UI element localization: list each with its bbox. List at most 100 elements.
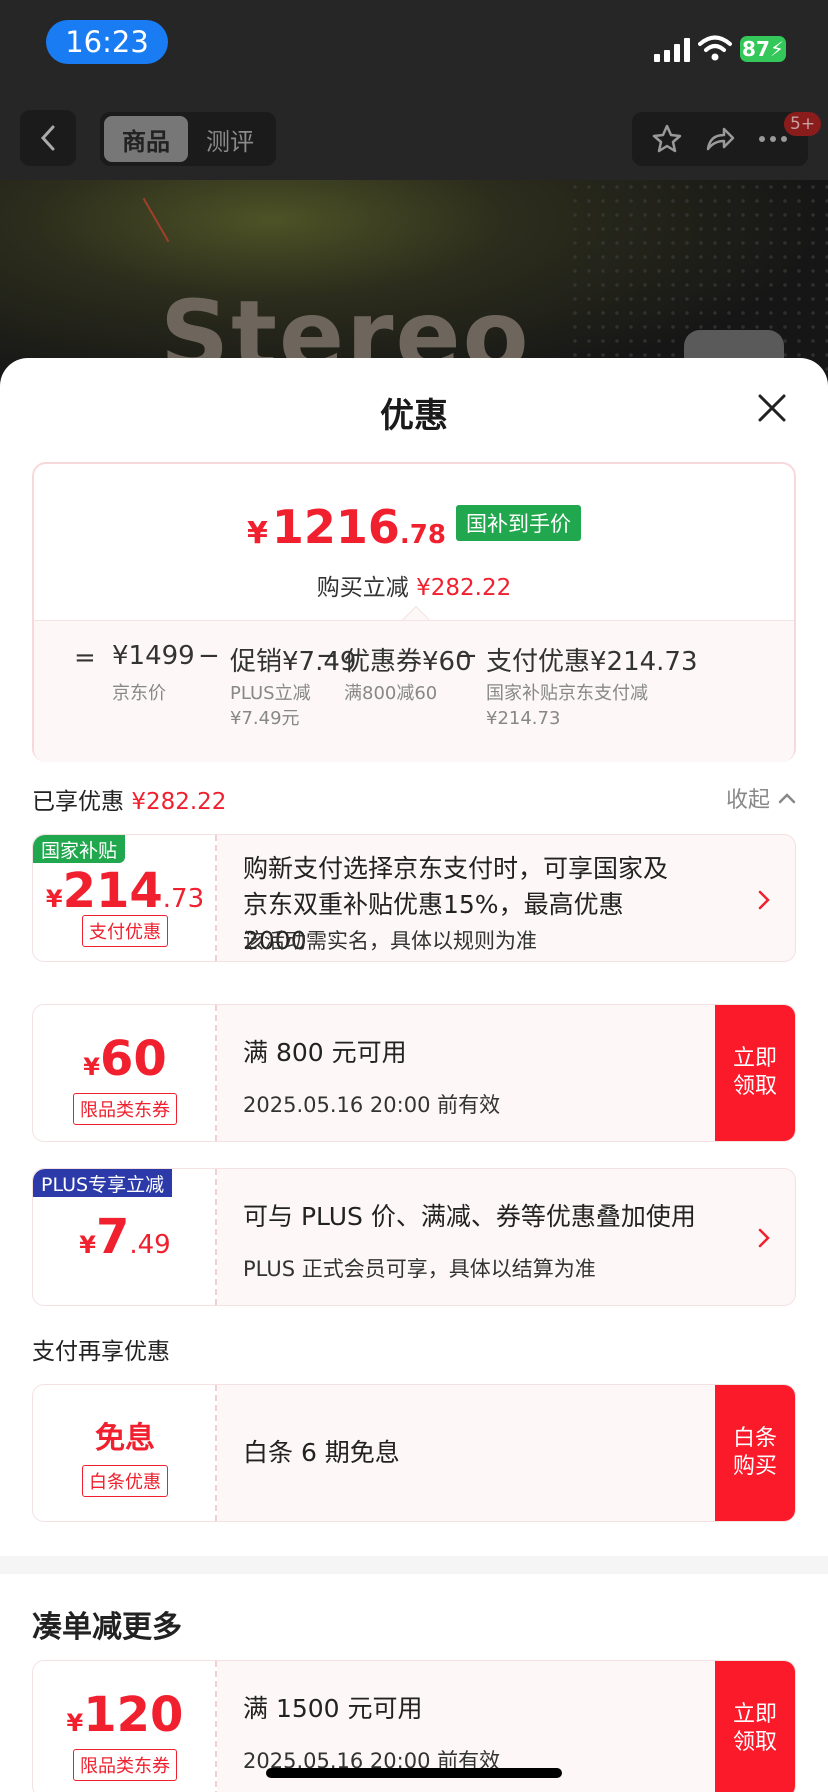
more-icon: [759, 136, 788, 142]
wifi-icon: [698, 35, 732, 61]
op-equals: =: [74, 643, 96, 673]
chevron-left-icon: [40, 125, 55, 151]
coupon-expiry: 2025.05.16 20:00 前有效: [243, 1093, 501, 1117]
price-breakdown: = ¥1499 京东价 − 促销¥7.49 PLUS立减 ¥7.49元 − 优惠…: [34, 620, 794, 762]
status-bar: 16:23 87 ⚡: [0, 0, 828, 90]
collapse-button[interactable]: 收起: [726, 782, 796, 814]
close-icon[interactable]: [756, 392, 788, 424]
coupon-amount-area: ¥60 限品类东券: [33, 1005, 217, 1141]
favorite-button[interactable]: [645, 117, 689, 161]
coupon-note: 该活动需实名，具体以规则为准: [243, 929, 537, 953]
coupon-card-60: ¥60 限品类东券 满 800 元可用 2025.05.16 20:00 前有效…: [32, 1004, 796, 1142]
amount-integer: 120: [83, 1687, 184, 1743]
coupon-corner-tag: 国家补贴: [33, 835, 126, 863]
top-nav: 商品 测评: [0, 110, 828, 170]
coupon-amount-area: ¥120 限品类东券: [33, 1661, 217, 1792]
amount-decimal: .49: [129, 1230, 171, 1260]
tab-product[interactable]: 商品: [104, 116, 188, 162]
sheet-title: 优惠: [380, 396, 448, 436]
op-minus-1: −: [198, 641, 220, 671]
breakdown-pay-sub: 国家补贴京东支付减 ¥214.73: [486, 683, 648, 729]
chevron-up-icon: [778, 793, 796, 804]
coupon-type-label: 限品类东券: [33, 1093, 217, 1125]
nav-actions: [632, 112, 808, 166]
reduce-value: ¥282.22: [416, 575, 512, 601]
amount-currency: ¥: [83, 1053, 100, 1081]
tab-review[interactable]: 测评: [188, 116, 272, 162]
op-minus-3: −: [456, 641, 478, 671]
coupon-amount-area: PLUS专享立减 ¥7.49: [33, 1169, 217, 1305]
pay-section-label: 支付再享优惠: [32, 1339, 170, 1365]
coupon-type-label: 限品类东券: [33, 1749, 217, 1781]
installment-description: 白条 6 期免息: [243, 1438, 400, 1467]
discount-sheet: 优惠 ¥ 1216 .78 国补到手价 购买立减 ¥282.22 = ¥1499…: [0, 358, 828, 1792]
enjoyed-label: 已享优惠: [32, 789, 124, 815]
amount-integer: 7: [95, 1209, 130, 1265]
claim-coupon-button[interactable]: 立即领取: [715, 1661, 795, 1792]
star-icon: [652, 124, 681, 153]
coupon-type-text: 限品类东券: [73, 1749, 177, 1781]
price-decimal: .78: [399, 520, 446, 550]
amount-currency: ¥: [79, 1231, 96, 1259]
reduce-line: 购买立减 ¥282.22: [34, 568, 794, 602]
nav-tabs: 商品 测评: [100, 112, 276, 166]
op-minus-2: −: [316, 641, 338, 671]
baitiao-buy-button[interactable]: 白条购买: [715, 1385, 795, 1521]
coupon-description: 可与 PLUS 价、满减、券等优惠叠加使用: [243, 1202, 696, 1231]
coupon-amount: ¥60: [33, 1031, 217, 1087]
status-time: 16:23: [46, 20, 168, 64]
coupon-corner-tag: PLUS专享立减: [33, 1169, 173, 1197]
section-divider: [0, 1556, 828, 1574]
coupon-amount: ¥7.49: [33, 1209, 217, 1265]
coupon-note: PLUS 正式会员可享，具体以结算为准: [243, 1257, 596, 1281]
amount-integer: 60: [99, 1031, 167, 1087]
cellular-signal-icon: [654, 38, 690, 62]
chevron-right-icon: [758, 1228, 770, 1248]
coupon-card-baitiao: 免息 白条优惠 白条 6 期免息 白条购买: [32, 1384, 796, 1522]
coupon-amount-area: 免息 白条优惠: [33, 1385, 217, 1521]
breakdown-jd-price-sub: 京东价: [112, 683, 166, 704]
coupon-type-label: 白条优惠: [33, 1465, 217, 1497]
price-integer: 1216: [271, 500, 400, 554]
coupon-type-text: 白条优惠: [82, 1465, 168, 1497]
notification-badge: 5+: [784, 112, 822, 136]
coupon-amount-area: 国家补贴 ¥214.73 支付优惠: [33, 835, 217, 961]
coupon-type-text: 限品类东券: [73, 1093, 177, 1125]
coupon-type-text: 支付优惠: [82, 915, 168, 947]
enjoyed-row: 已享优惠 ¥282.22 收起: [32, 782, 796, 822]
price-tag: 国补到手价: [455, 505, 581, 541]
coupon-info: 购新支付选择京东支付时，可享国家及京东双重补贴优惠15%，最高优惠 2000 该…: [219, 835, 795, 961]
coupon-card-plus[interactable]: PLUS专享立减 ¥7.49 可与 PLUS 价、满减、券等优惠叠加使用 PLU…: [32, 1168, 796, 1306]
claim-coupon-button[interactable]: 立即领取: [715, 1005, 795, 1141]
enjoyed-value: ¥282.22: [131, 789, 227, 815]
coupon-info: 白条 6 期免息 白条购买: [219, 1385, 795, 1521]
coupon-amount: ¥120: [33, 1687, 217, 1743]
final-price: ¥ 1216 .78 国补到手价: [34, 500, 794, 554]
reduce-label: 购买立减: [316, 575, 409, 601]
battery-icon: 87 ⚡: [740, 36, 786, 62]
back-button[interactable]: [20, 110, 76, 166]
breakdown-coupon: 优惠券¥60: [344, 647, 472, 677]
collapse-label: 收起: [725, 788, 770, 813]
breakdown-jd-price: ¥1499: [112, 641, 195, 671]
price-summary: ¥ 1216 .78 国补到手价 购买立减 ¥282.22 = ¥1499 京东…: [32, 462, 796, 762]
share-button[interactable]: [698, 117, 742, 161]
amount-currency: ¥: [66, 1709, 84, 1737]
coupon-card-subsidy[interactable]: 国家补贴 ¥214.73 支付优惠 购新支付选择京东支付时，可享国家及京东双重补…: [32, 834, 796, 962]
chevron-right-icon: [758, 890, 770, 910]
battery-level: 87: [742, 37, 770, 61]
breakdown-promo-sub: PLUS立减 ¥7.49元: [230, 683, 311, 729]
coupon-amount: ¥214.73: [33, 863, 217, 919]
coupon-info: 可与 PLUS 价、满减、券等优惠叠加使用 PLUS 正式会员可享，具体以结算为…: [219, 1169, 795, 1305]
coupon-info: 满 800 元可用 2025.05.16 20:00 前有效 立即领取: [219, 1005, 795, 1141]
coupon-condition: 满 800 元可用: [243, 1038, 407, 1067]
decor-line: [142, 197, 170, 243]
home-indicator[interactable]: [266, 1768, 562, 1778]
amount-integer: 214: [62, 863, 163, 919]
coupon-type-label: 支付优惠: [33, 915, 217, 947]
breakdown-pay: 支付优惠¥214.73: [486, 647, 698, 677]
price-currency: ¥: [247, 516, 268, 551]
more-section-title: 凑单减更多: [32, 1610, 182, 1645]
amount-currency: ¥: [45, 885, 63, 913]
share-icon: [706, 127, 735, 151]
